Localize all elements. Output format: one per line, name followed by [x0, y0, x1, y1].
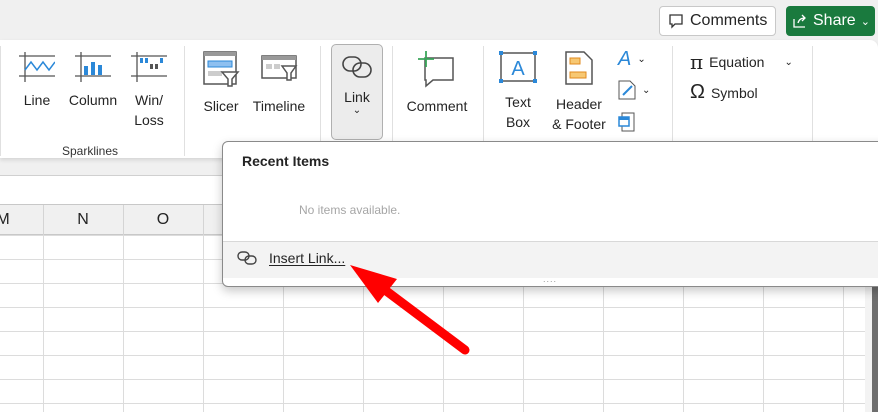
link-label: Link — [344, 89, 370, 105]
symbol-button[interactable]: Ω Symbol — [690, 81, 758, 104]
object-button[interactable] — [618, 112, 636, 132]
sparkline-line-button[interactable]: Line — [16, 44, 58, 110]
recent-items-heading: Recent Items — [242, 153, 330, 169]
title-bar: Comments Share ⌄ — [0, 0, 878, 40]
empty-message: No items available. — [299, 203, 401, 217]
new-comment-button[interactable]: Comment — [402, 44, 472, 116]
link-icon — [342, 56, 372, 78]
omega-icon: Ω — [690, 81, 705, 103]
insert-link-menu-item[interactable]: Insert Link... — [237, 250, 345, 266]
chevron-down-icon: ⌄ — [352, 105, 362, 116]
link-icon — [237, 251, 257, 265]
comments-button[interactable]: Comments — [659, 6, 776, 36]
pi-icon: π — [690, 50, 704, 74]
text-box-icon: A — [499, 51, 537, 83]
chevron-down-icon: ⌄ — [642, 84, 651, 96]
column-header-o[interactable]: O — [123, 211, 203, 229]
comment-icon — [669, 14, 683, 29]
equation-button[interactable]: π Equation ⌄ — [690, 50, 793, 74]
column-header-n[interactable]: N — [43, 211, 123, 229]
sparkline-winloss-icon — [131, 52, 167, 82]
object-icon — [618, 112, 635, 132]
signature-line-button[interactable]: ⌄ — [618, 80, 650, 100]
sparkline-winloss-button[interactable]: Win/ Loss — [128, 44, 170, 130]
link-dropdown-menu: Recent Items No items available. Insert … — [222, 141, 878, 287]
header-footer-icon — [565, 51, 593, 85]
comments-label: Comments — [690, 12, 768, 29]
share-label: Share — [813, 12, 856, 29]
svg-text:A: A — [511, 58, 525, 80]
timeline-button[interactable]: Timeline — [249, 44, 309, 116]
signature-icon — [618, 80, 636, 100]
resize-grip[interactable]: .... — [543, 274, 557, 284]
sparkline-line-icon — [19, 52, 55, 82]
sparklines-group-label: Sparklines — [62, 144, 119, 158]
share-icon — [793, 14, 806, 28]
column-header-m[interactable]: M — [0, 211, 43, 229]
wordart-icon: A — [618, 48, 632, 70]
header-footer-button[interactable]: Header & Footer — [548, 44, 610, 134]
slicer-icon — [203, 51, 240, 87]
chevron-down-icon: ⌄ — [637, 54, 646, 65]
sparkline-column-button[interactable]: Column — [64, 44, 122, 110]
timeline-icon — [261, 55, 298, 81]
link-button[interactable]: Link ⌄ — [331, 44, 383, 140]
chevron-down-icon[interactable]: ⌄ — [784, 57, 792, 68]
text-box-button[interactable]: A Text Box — [496, 44, 540, 132]
chevron-down-icon[interactable]: ⌄ — [861, 15, 870, 28]
slicer-button[interactable]: Slicer — [200, 44, 242, 116]
wordart-button[interactable]: A ⌄ — [618, 48, 646, 71]
share-button[interactable]: Share ⌄ — [786, 6, 875, 36]
new-comment-icon — [418, 51, 454, 88]
sparkline-column-icon — [75, 52, 111, 82]
